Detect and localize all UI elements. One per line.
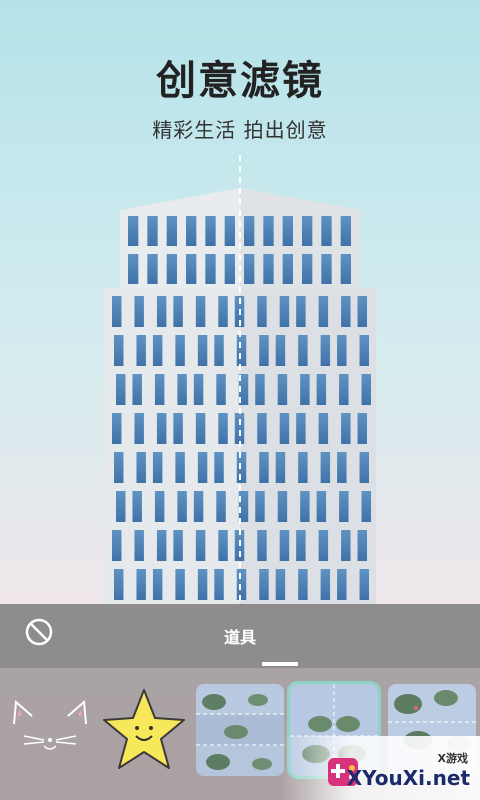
tab-props[interactable]: 道具 — [200, 624, 280, 648]
cat-whiskers-icon — [13, 699, 87, 750]
tab-indicator — [262, 662, 298, 666]
watermark-site: XYouXi.net — [346, 766, 470, 790]
plant-photo-icon — [196, 684, 284, 776]
panel-bar: 道具 — [0, 604, 480, 668]
watermark-small-text: X游戏 — [437, 752, 468, 765]
prohibit-icon[interactable] — [25, 618, 53, 646]
sticker-tray: X游戏 XYouXi.net — [0, 668, 480, 800]
star-icon — [103, 689, 185, 769]
sticker-cat-whiskers[interactable] — [6, 684, 94, 776]
sticker-plant-triptych[interactable] — [196, 684, 284, 776]
bottom-panel: 道具 X游戏 XYouXi.net — [0, 604, 480, 800]
sticker-smiling-star[interactable] — [100, 684, 188, 776]
watermark: X游戏 XYouXi.net — [280, 736, 480, 800]
building-photo — [104, 155, 376, 605]
